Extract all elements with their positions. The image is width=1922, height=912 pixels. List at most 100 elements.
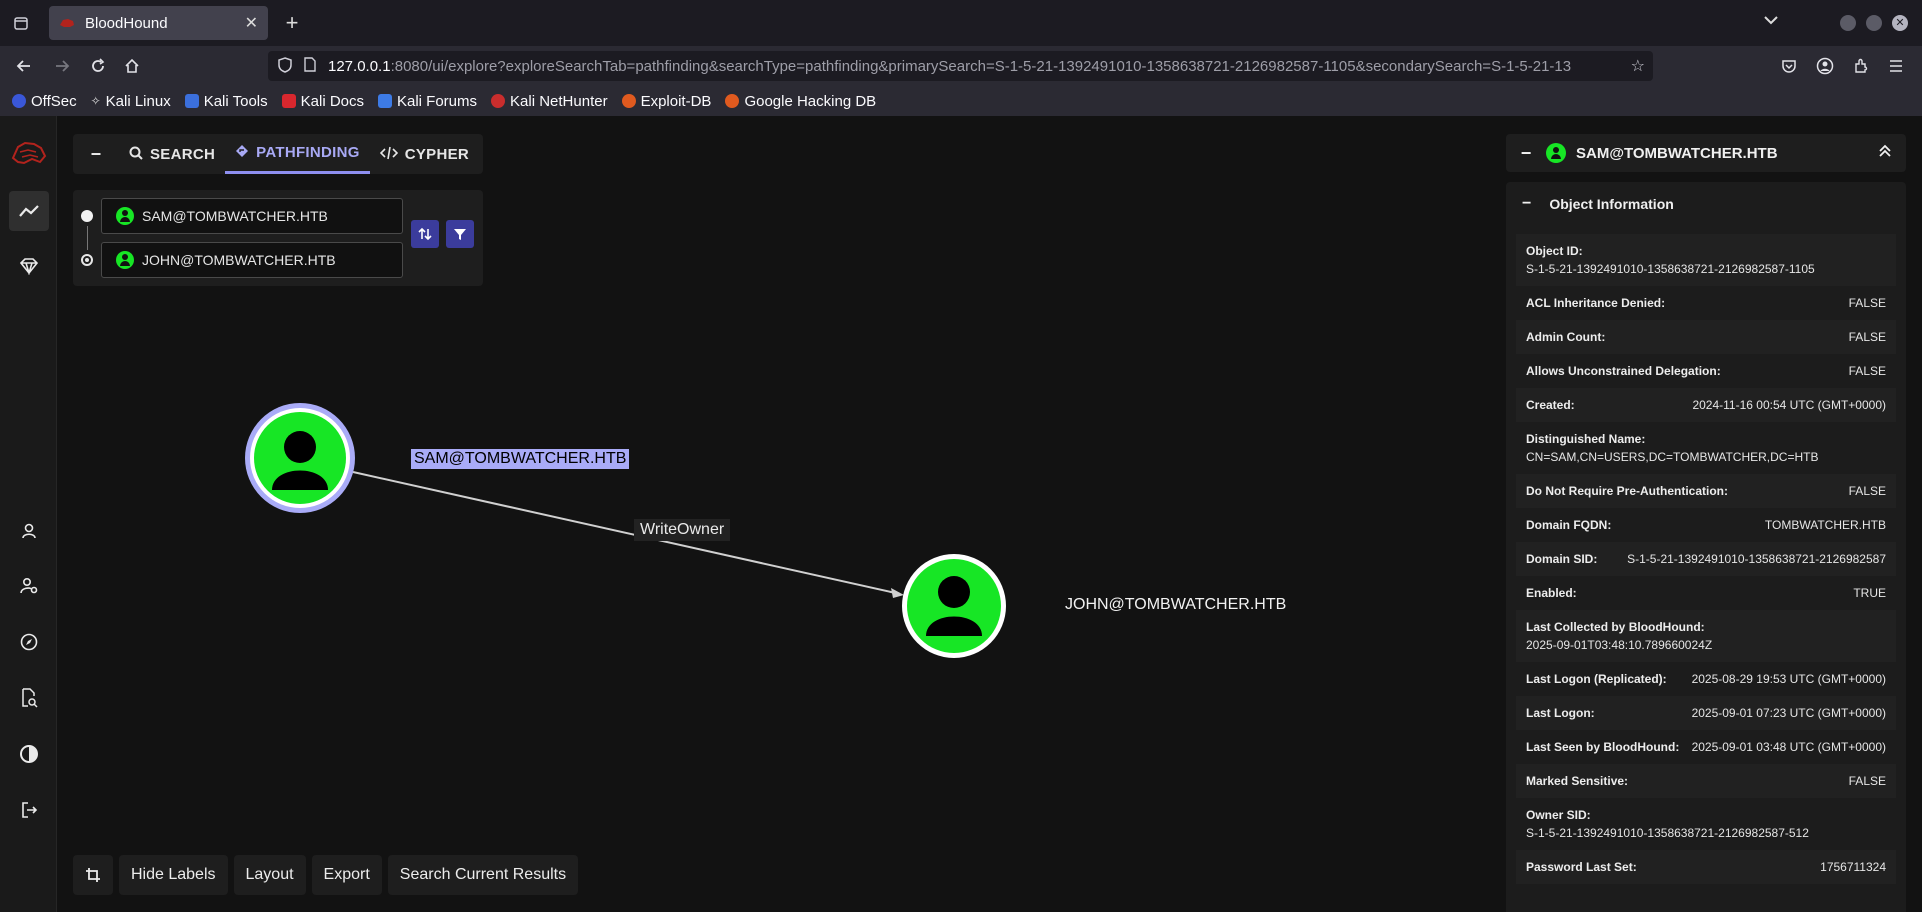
- collapse-section-icon[interactable]: −: [1522, 195, 1531, 213]
- tab-search[interactable]: SEARCH: [119, 134, 225, 174]
- layout-button[interactable]: Layout: [233, 855, 306, 895]
- property-row: Password Last Set: 1756711324: [1516, 850, 1896, 884]
- edge-filter-button[interactable]: [446, 220, 474, 248]
- address-bar[interactable]: 127.0.0.1:8080/ui/explore?exploreSearchT…: [268, 51, 1653, 81]
- property-value: TRUE: [1853, 586, 1886, 600]
- administration-user-gear-icon[interactable]: [9, 566, 49, 606]
- tab-pathfinding[interactable]: PATHFINDING: [225, 134, 370, 174]
- property-value: 2025-09-01 03:48 UTC (GMT+0000): [1691, 740, 1886, 754]
- bookmarks-toolbar: OffSec ✧ Kali Linux Kali Tools Kali Docs …: [0, 86, 1922, 116]
- property-value: TOMBWATCHER.HTB: [1764, 518, 1886, 532]
- entity-panel-header: − SAM@TOMBWATCHER.HTB: [1506, 134, 1906, 172]
- edge-writeowner[interactable]: [352, 471, 901, 595]
- chevron-double-up-icon[interactable]: [1878, 144, 1892, 163]
- graph-controls: Hide Labels Layout Export Search Current…: [73, 855, 579, 895]
- end-node-input[interactable]: JOHN@TOMBWATCHER.HTB: [101, 242, 403, 278]
- property-row: Last Logon: 2025-09-01 07:23 UTC (GMT+000…: [1516, 696, 1896, 730]
- documentation-search-icon[interactable]: [9, 678, 49, 718]
- bloodhound-app: SAM@TOMBWATCHER.HTB JOHN@TOMBWATCHER.HTB…: [0, 116, 1922, 912]
- bookmark-kali-docs[interactable]: Kali Docs: [281, 93, 364, 110]
- extensions-icon[interactable]: [1849, 54, 1873, 78]
- bookmark-kali-tools[interactable]: Kali Tools: [184, 93, 268, 110]
- property-row: Owner SID: S-1-5-21-1392491010-1358638721…: [1516, 798, 1896, 850]
- start-node-dot-icon: [81, 210, 93, 222]
- browser-tab-bloodhound[interactable]: BloodHound ✕: [49, 6, 268, 40]
- property-key: Do Not Require Pre-Authentication:: [1526, 484, 1729, 498]
- forward-icon[interactable]: [50, 54, 74, 78]
- swap-arrows-icon: [418, 227, 432, 241]
- window-minimize-button[interactable]: [1840, 15, 1856, 31]
- account-icon[interactable]: [1813, 54, 1837, 78]
- start-node-input[interactable]: SAM@TOMBWATCHER.HTB: [101, 198, 403, 234]
- bookmark-kali-nethunter[interactable]: Kali NetHunter: [491, 93, 608, 110]
- list-all-tabs-icon[interactable]: [1764, 12, 1778, 28]
- group-management-gem-icon[interactable]: [9, 246, 49, 286]
- url-host: 127.0.0.1: [328, 57, 391, 75]
- property-row: Marked Sensitive: FALSE: [1516, 764, 1896, 798]
- node-john[interactable]: [902, 554, 1006, 658]
- swap-nodes-button[interactable]: [411, 220, 439, 248]
- property-row: Enabled: TRUE: [1516, 576, 1896, 610]
- back-icon[interactable]: [12, 54, 36, 78]
- pathfinding-panel: SAM@TOMBWATCHER.HTB JOHN@TOMBWATCHER.HTB: [73, 190, 483, 286]
- bloodhound-logo-icon[interactable]: [10, 138, 48, 168]
- window-close-button[interactable]: ✕: [1892, 15, 1908, 31]
- property-key: Created:: [1526, 398, 1575, 412]
- edge-label-writeowner[interactable]: WriteOwner: [634, 519, 731, 541]
- property-row: Domain SID: S-1-5-21-1392491010-135863872…: [1516, 542, 1896, 576]
- bookmark-offsec[interactable]: OffSec: [12, 93, 77, 110]
- property-key: Last Seen by BloodHound:: [1526, 740, 1680, 754]
- explore-nav-icon[interactable]: [9, 191, 49, 231]
- firefox-view-icon[interactable]: [10, 12, 32, 34]
- hide-labels-button[interactable]: Hide Labels: [119, 855, 228, 895]
- collapse-search-icon[interactable]: −: [73, 144, 119, 165]
- new-tab-icon[interactable]: +: [280, 10, 304, 36]
- kali-dragon-icon: ✧: [90, 94, 101, 108]
- code-icon: [379, 146, 398, 163]
- property-value: CN=SAM,CN=USERS,DC=TOMBWATCHER,DC=HTB: [1526, 450, 1819, 464]
- tracking-protection-icon[interactable]: [278, 56, 292, 76]
- search-current-results-button[interactable]: Search Current Results: [387, 855, 579, 895]
- tab-close-icon[interactable]: ✕: [245, 13, 258, 33]
- kali-docs-icon: [281, 94, 296, 108]
- collapse-panel-icon[interactable]: −: [1506, 143, 1546, 164]
- object-information-header[interactable]: − Object Information: [1506, 182, 1906, 226]
- property-key: Marked Sensitive:: [1526, 774, 1629, 788]
- tab-cypher[interactable]: CYPHER: [370, 134, 479, 174]
- property-value: S-1-5-21-1392491010-1358638721-212698258…: [1526, 826, 1809, 840]
- home-icon[interactable]: [120, 54, 144, 78]
- property-key: Admin Count:: [1526, 330, 1606, 344]
- reset-view-button[interactable]: [73, 855, 113, 895]
- dark-mode-toggle-icon[interactable]: [9, 734, 49, 774]
- profile-user-icon[interactable]: [9, 511, 49, 551]
- bookmark-exploit-db[interactable]: Exploit-DB: [621, 93, 711, 110]
- page-info-icon[interactable]: [304, 57, 316, 75]
- bookmark-google-hacking-db[interactable]: Google Hacking DB: [725, 93, 876, 110]
- exploit-db-icon: [621, 94, 636, 108]
- kali-forums-icon: [378, 94, 392, 108]
- property-key: Allows Unconstrained Delegation:: [1526, 364, 1721, 378]
- pocket-icon[interactable]: [1777, 54, 1801, 78]
- node-label-sam[interactable]: SAM@TOMBWATCHER.HTB: [411, 449, 630, 469]
- bookmark-kali-linux[interactable]: ✧ Kali Linux: [91, 93, 171, 110]
- offsec-icon: [12, 94, 26, 108]
- menu-icon[interactable]: [1884, 54, 1908, 78]
- property-row: Do Not Require Pre-Authentication: FALSE: [1516, 474, 1896, 508]
- property-row: Last Seen by BloodHound: 2025-09-01 03:48…: [1516, 730, 1896, 764]
- node-label-john[interactable]: JOHN@TOMBWATCHER.HTB: [1065, 596, 1286, 614]
- bookmark-star-icon[interactable]: ☆: [1626, 56, 1645, 76]
- window-maximize-button[interactable]: [1866, 15, 1882, 31]
- api-explorer-compass-icon[interactable]: [9, 622, 49, 662]
- logout-icon[interactable]: [9, 790, 49, 830]
- user-icon: [116, 207, 134, 225]
- node-sam[interactable]: [245, 403, 355, 513]
- property-key: ACL Inheritance Denied:: [1526, 296, 1666, 310]
- export-button[interactable]: Export: [311, 855, 382, 895]
- property-key: Object ID:: [1526, 244, 1583, 258]
- property-row: Admin Count: FALSE: [1516, 320, 1896, 354]
- property-value: FALSE: [1848, 364, 1886, 378]
- reload-icon[interactable]: [86, 54, 110, 78]
- bookmark-kali-forums[interactable]: Kali Forums: [378, 93, 477, 110]
- property-value: FALSE: [1848, 330, 1886, 344]
- property-value: 2025-08-29 19:53 UTC (GMT+0000): [1691, 672, 1886, 686]
